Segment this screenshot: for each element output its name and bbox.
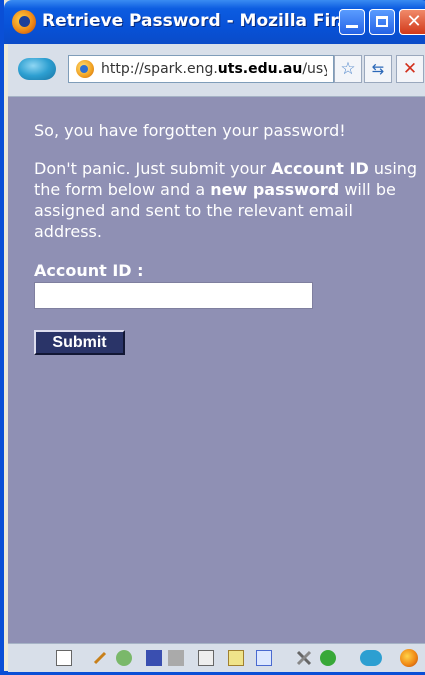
- bookmark-star-icon[interactable]: ☆: [334, 55, 362, 83]
- status-bar: [8, 643, 425, 672]
- maximize-icon: [376, 16, 388, 27]
- stop-icon[interactable]: ✕: [396, 55, 424, 83]
- account-id-input[interactable]: [34, 282, 313, 309]
- navigation-bar: http://spark.eng.uts.edu.au/usyc ☆ ⇆ ✕: [8, 44, 425, 97]
- instr-account-id: Account ID: [271, 159, 369, 178]
- back-button[interactable]: [18, 58, 56, 80]
- account-id-label: Account ID :: [34, 261, 144, 280]
- sync-icon[interactable]: [360, 650, 382, 666]
- note-icon[interactable]: [228, 650, 244, 666]
- url-suffix: /usyc: [302, 61, 327, 77]
- save-icon[interactable]: [146, 650, 162, 666]
- firefox-status-icon[interactable]: [400, 649, 418, 667]
- addon-icon[interactable]: [320, 650, 336, 666]
- globe-icon[interactable]: [116, 650, 132, 666]
- pencil-icon[interactable]: [92, 650, 108, 666]
- url-text: http://spark.eng.uts.edu.au/usyc: [101, 61, 327, 77]
- edit-icon[interactable]: [198, 650, 214, 666]
- submit-button[interactable]: Submit: [34, 330, 125, 355]
- page-content: So, you have forgotten your password! Do…: [8, 97, 425, 643]
- page-icon[interactable]: [56, 650, 72, 666]
- instr-new-password: new password: [210, 180, 340, 199]
- instr-a: Don't panic. Just submit your: [34, 159, 272, 178]
- close-icon: ✕: [406, 11, 422, 32]
- tools-icon[interactable]: [296, 650, 312, 666]
- reload-icon[interactable]: ⇆: [364, 55, 392, 83]
- instructions-text: Don't panic. Just submit your Account ID…: [34, 158, 424, 242]
- minimize-icon: [346, 25, 358, 28]
- maximize-button[interactable]: [369, 9, 395, 35]
- minimize-button[interactable]: [339, 9, 365, 35]
- window-title: Retrieve Password - Mozilla Fir...: [42, 11, 356, 31]
- close-button[interactable]: ✕: [399, 9, 425, 35]
- url-domain: uts.edu.au: [217, 61, 303, 77]
- address-bar[interactable]: http://spark.eng.uts.edu.au/usyc: [68, 55, 334, 83]
- firefox-icon: [12, 10, 36, 34]
- intro-text: So, you have forgotten your password!: [34, 121, 346, 140]
- browser-window: Retrieve Password - Mozilla Fir... ✕ htt…: [0, 0, 425, 675]
- print-icon[interactable]: [168, 650, 184, 666]
- site-icon: [76, 60, 94, 78]
- title-bar: Retrieve Password - Mozilla Fir... ✕: [4, 0, 425, 44]
- url-prefix: http://spark.eng.: [101, 61, 218, 77]
- chart-icon[interactable]: [256, 650, 272, 666]
